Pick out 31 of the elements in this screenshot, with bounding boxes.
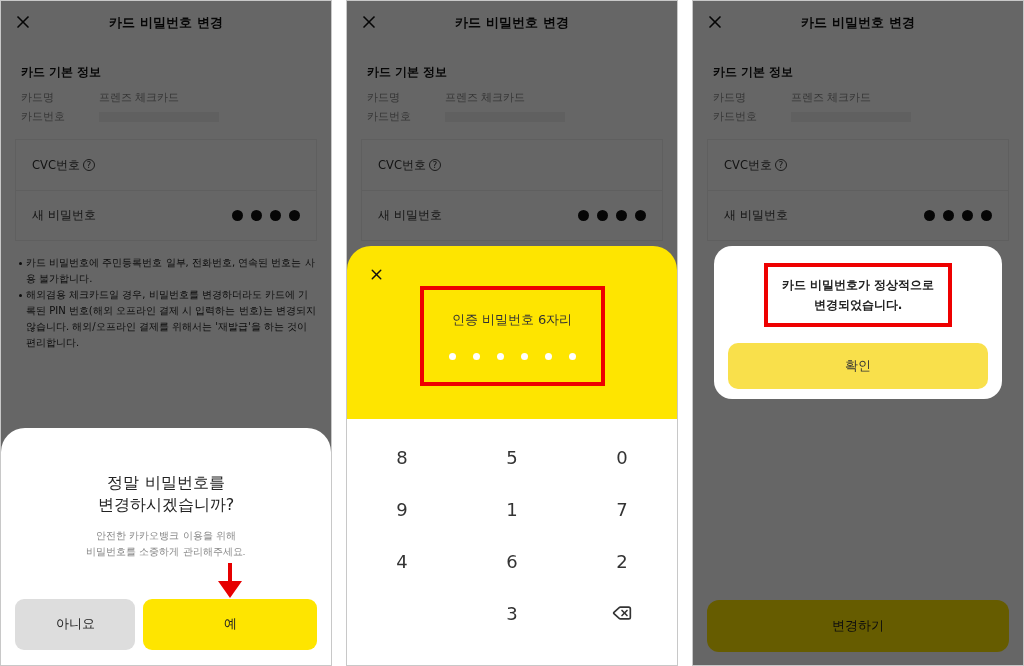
- keypad-key[interactable]: 6: [457, 535, 567, 587]
- keypad-key[interactable]: 0: [567, 431, 677, 483]
- bullet-icon: [19, 262, 22, 265]
- screen-title: 카드 비밀번호 변경: [801, 14, 915, 32]
- keypad-key[interactable]: 4: [347, 535, 457, 587]
- sheet-message: 안전한 카카오뱅크 이용을 위해 비밀번호를 소중하게 관리해주세요.: [85, 529, 247, 559]
- field-label: 새 비밀번호: [724, 208, 788, 223]
- note-text: 해외겸용 체크카드일 경우, 비밀번호를 변경하더라도 카드에 기록된 PIN 번호(해외 오프라인 결제 시 입력하는 번호)는 변경되지 않습니다. 해외/오프라인 결제를 위해서는 '재발급'을 하는 것이 편리합니다.: [26, 288, 317, 350]
- screen-title: 카드 비밀번호 변경: [109, 14, 223, 32]
- ok-button[interactable]: 확인: [728, 343, 988, 389]
- sheet-title: 정말 비밀번호를 변경하시겠습니까?: [96, 472, 236, 516]
- keypad-key[interactable]: 7: [567, 483, 677, 535]
- passcode-title: 인증 비밀번호 6자리: [451, 311, 573, 329]
- screen-title: 카드 비밀번호 변경: [455, 14, 569, 32]
- keypad-key[interactable]: 3: [457, 587, 567, 639]
- dialog-message: 카드 비밀번호가 정상적으로 변경되었습니다.: [781, 277, 935, 314]
- backspace-icon: [612, 603, 632, 623]
- field-label: 새 비밀번호: [32, 208, 96, 223]
- section-title: 카드 기본 정보: [21, 65, 102, 80]
- field-label: 새 비밀번호: [378, 208, 442, 223]
- bullet-icon: [19, 294, 22, 297]
- keypad-key[interactable]: 5: [457, 431, 567, 483]
- keypad-key[interactable]: 1: [457, 483, 567, 535]
- keypad-key[interactable]: 8: [347, 431, 457, 483]
- keypad-key[interactable]: 2: [567, 535, 677, 587]
- section-title: 카드 기본 정보: [367, 65, 448, 80]
- note-text: 카드 비밀번호에 주민등록번호 일부, 전화번호, 연속된 번호는 사용 불가합니다.: [26, 256, 316, 286]
- keypad-key[interactable]: 9: [347, 483, 457, 535]
- cancel-button[interactable]: 아니요: [15, 599, 135, 650]
- confirm-button[interactable]: 예: [143, 599, 317, 650]
- section-title: 카드 기본 정보: [713, 65, 794, 80]
